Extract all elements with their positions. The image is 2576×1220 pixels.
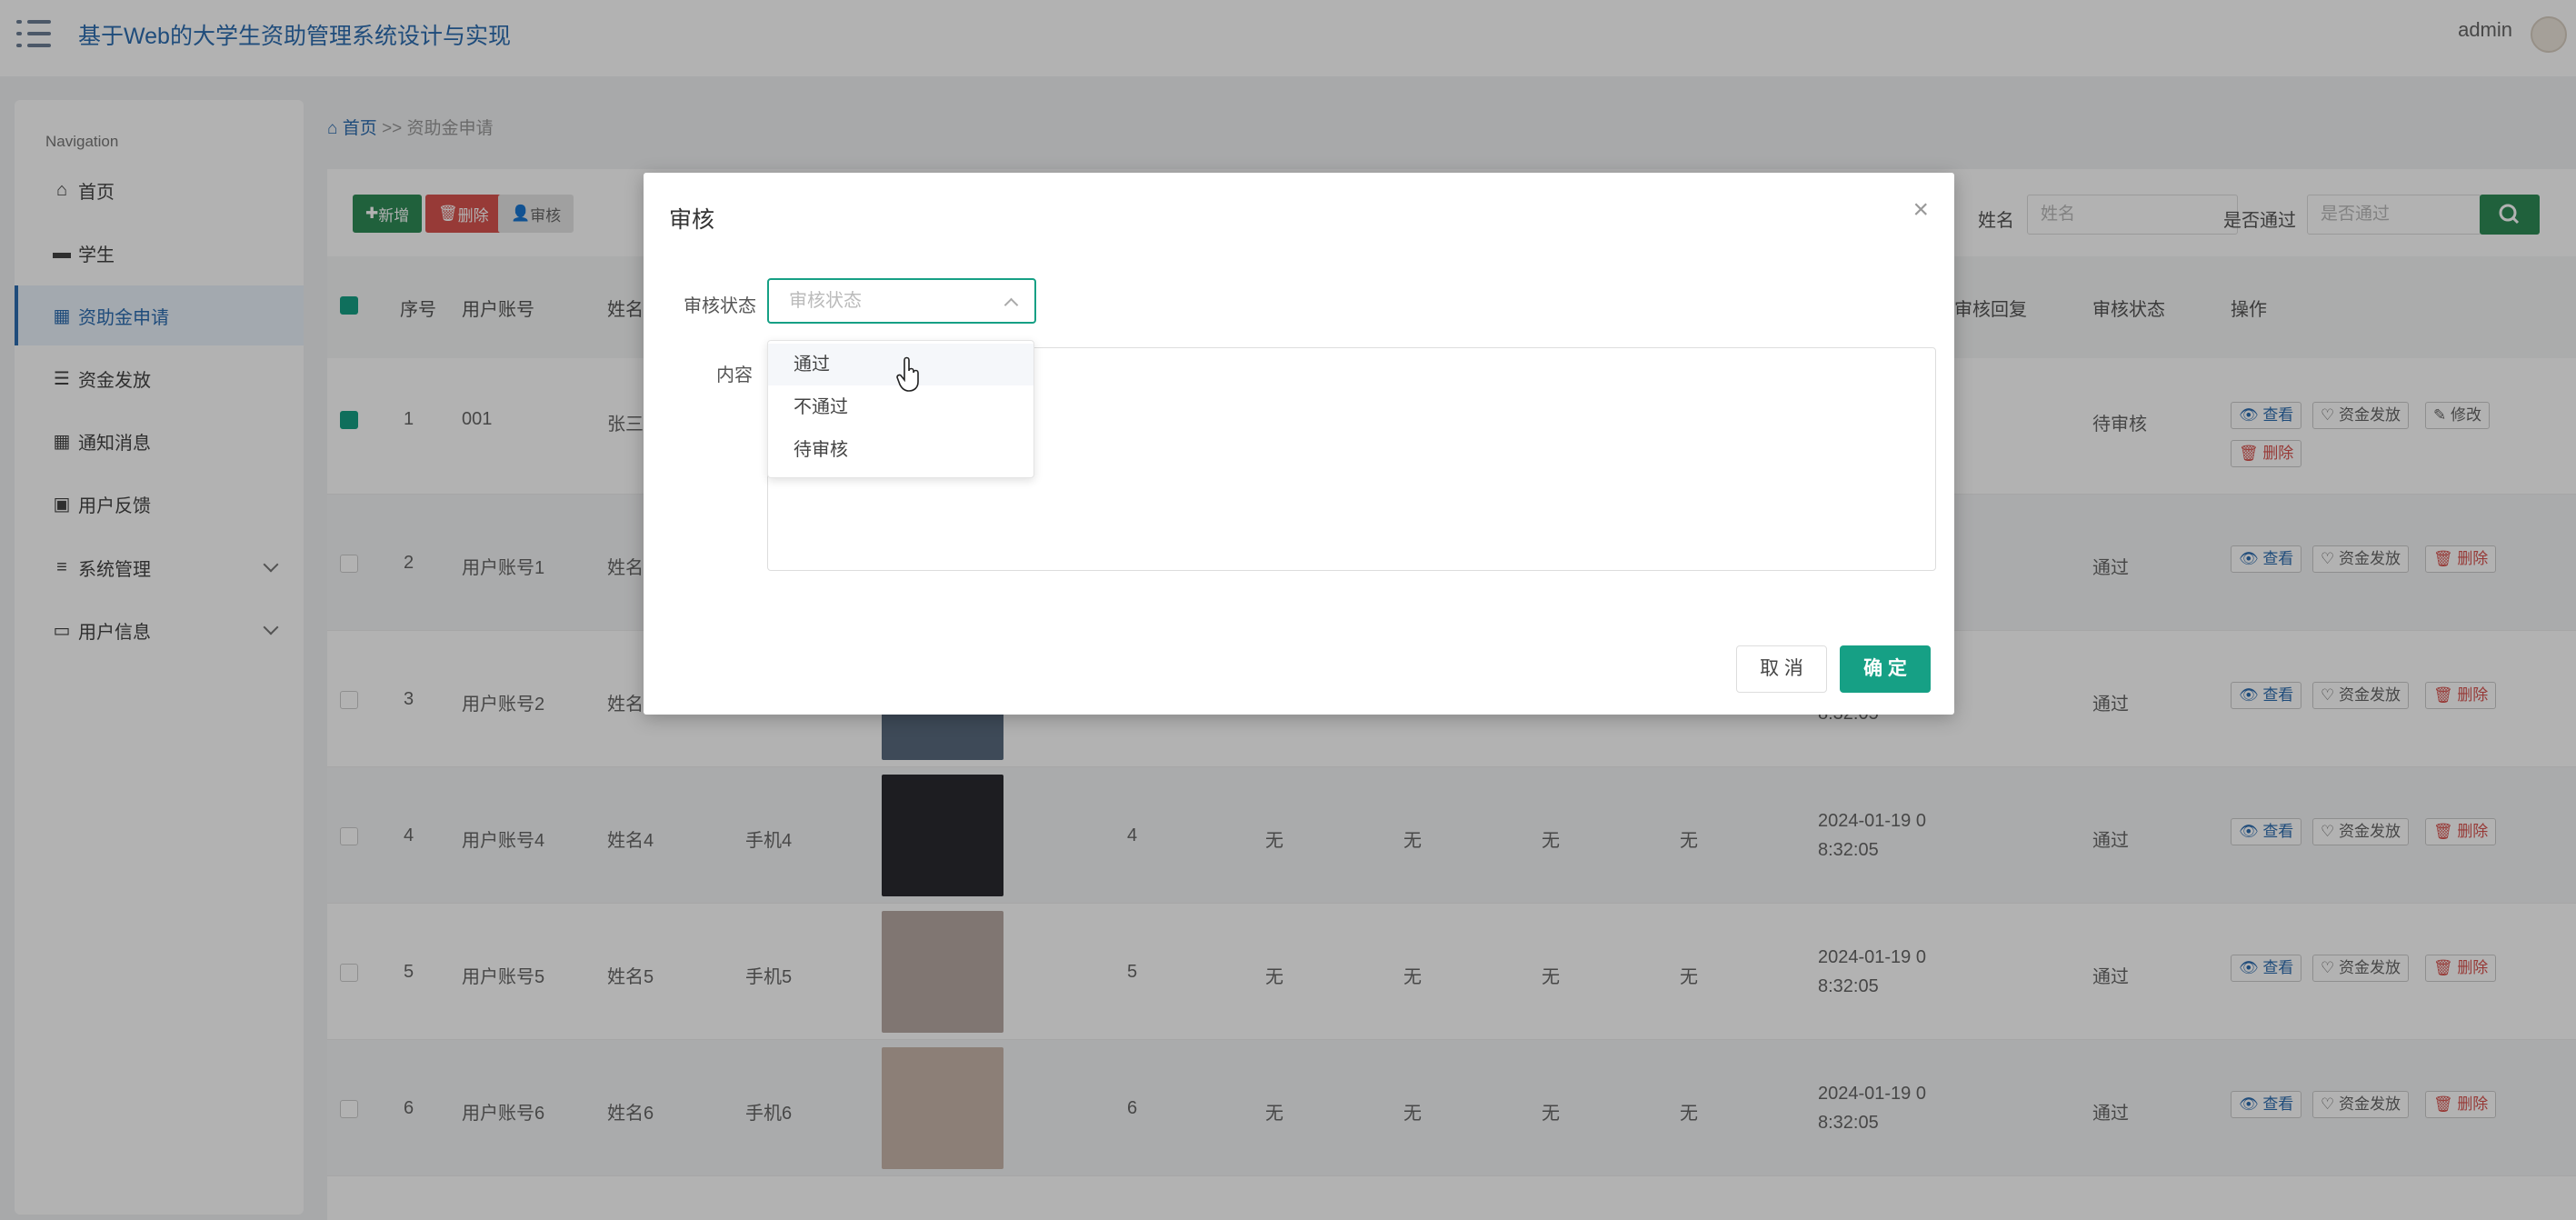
dropdown-option-pending[interactable]: 待审核	[768, 429, 1033, 471]
close-icon[interactable]: ×	[1912, 195, 1929, 225]
status-select[interactable]: 审核状态	[767, 278, 1036, 324]
chevron-up-icon	[1003, 297, 1019, 313]
hand-cursor-icon	[896, 356, 919, 392]
content-label: 内容	[716, 365, 753, 385]
cancel-button[interactable]: 取 消	[1736, 645, 1827, 693]
confirm-button[interactable]: 确 定	[1840, 645, 1931, 693]
modal-title: 审核	[669, 207, 715, 233]
status-label: 审核状态	[684, 296, 756, 316]
status-select-placeholder: 审核状态	[789, 291, 862, 311]
